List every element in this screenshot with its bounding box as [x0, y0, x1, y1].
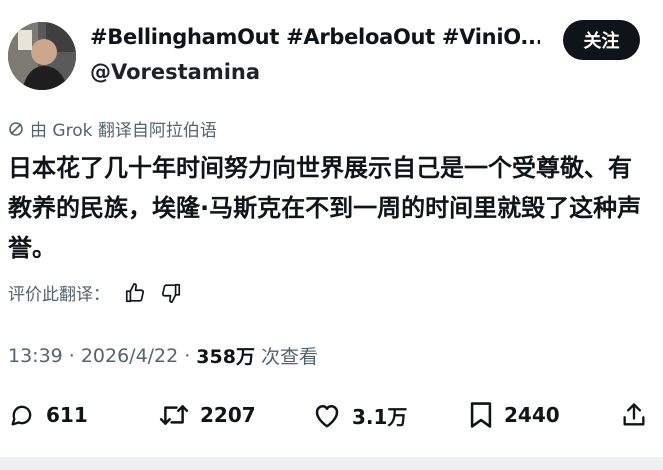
- thumbs-down-icon[interactable]: [160, 282, 182, 304]
- tweet-text: 日本花了几十年时间努力向世界展示自己是一个受尊敬、有教养的民族，埃隆·马斯克在不…: [8, 154, 642, 262]
- rate-translation: 评价此翻译：: [8, 280, 182, 305]
- tweet-actions: 611 2207 3.1万 2440: [0, 395, 663, 435]
- author-display-name[interactable]: #BellinghamOut #ArbeloaOut #ViniO...: [90, 25, 540, 49]
- reply-icon: [8, 401, 36, 429]
- share-button[interactable]: [620, 395, 648, 435]
- repost-count: 2207: [200, 403, 256, 427]
- bottom-divider: [0, 457, 663, 470]
- tweet-header: #BellinghamOut #ArbeloaOut #ViniO... @Vo…: [0, 0, 663, 100]
- repost-icon: [158, 401, 190, 429]
- reply-count: 611: [46, 403, 88, 427]
- tweet-date[interactable]: 2026/4/22: [81, 345, 178, 367]
- rate-translation-label: 评价此翻译：: [8, 285, 110, 305]
- meta-separator: ·: [184, 344, 191, 367]
- view-count-label: 次查看: [260, 346, 318, 368]
- avatar[interactable]: [8, 22, 76, 90]
- tweet-meta: 13:39 · 2026/4/22 · 358万 次查看: [8, 342, 318, 369]
- translation-note: 由 Grok 翻译自阿拉伯语: [8, 116, 217, 141]
- reply-button[interactable]: 611: [8, 395, 88, 435]
- bookmark-button[interactable]: 2440: [468, 395, 560, 435]
- view-count: 358万: [196, 346, 255, 368]
- like-button[interactable]: 3.1万: [312, 395, 407, 435]
- meta-separator: ·: [68, 344, 75, 367]
- heart-icon: [312, 401, 342, 429]
- translation-icon: [8, 121, 24, 137]
- thumbs-up-icon[interactable]: [124, 282, 146, 304]
- bookmark-count: 2440: [504, 403, 560, 427]
- follow-button[interactable]: 关注: [563, 20, 640, 60]
- tweet-time[interactable]: 13:39: [8, 345, 63, 367]
- like-count: 3.1万: [352, 404, 408, 429]
- share-icon: [620, 401, 648, 429]
- bookmark-icon: [468, 401, 494, 429]
- repost-button[interactable]: 2207: [158, 395, 256, 435]
- author-handle[interactable]: @Vorestamina: [90, 60, 260, 84]
- translation-note-text: 由 Grok 翻译自阿拉伯语: [30, 121, 217, 141]
